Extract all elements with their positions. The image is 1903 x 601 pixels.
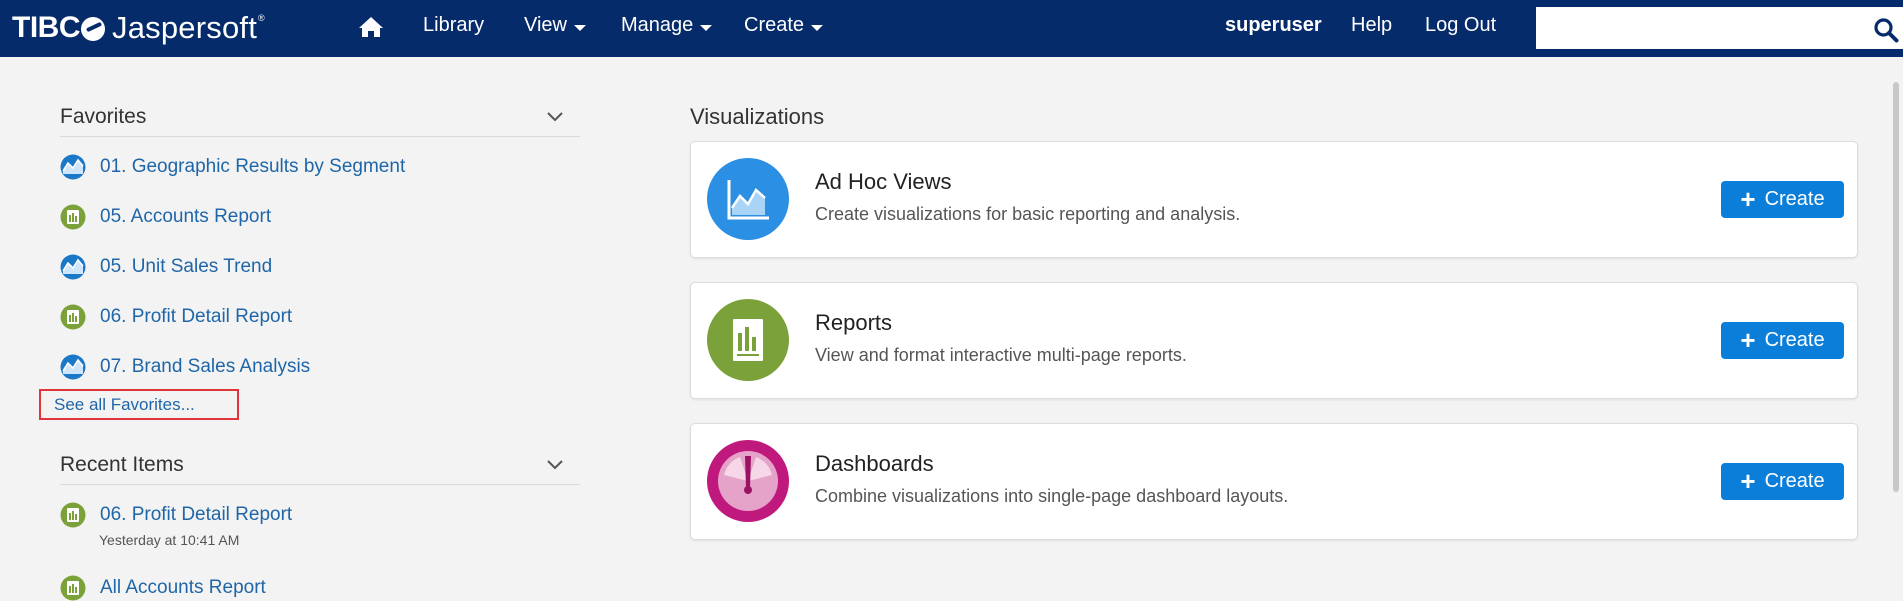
plus-icon: + bbox=[1740, 183, 1756, 214]
home-icon[interactable] bbox=[358, 15, 384, 39]
adhoc-view-icon bbox=[60, 254, 86, 280]
report-icon bbox=[60, 304, 86, 330]
nav-create-label: Create bbox=[744, 14, 805, 36]
recent-items-header: Recent Items bbox=[60, 445, 580, 485]
search-box bbox=[1536, 7, 1903, 49]
nav-manage-label: Manage bbox=[621, 14, 694, 36]
adhoc-view-icon bbox=[60, 354, 86, 380]
caret-down-icon bbox=[700, 24, 713, 31]
favorite-item[interactable]: 07. Brand Sales Analysis bbox=[60, 351, 310, 383]
recent-item-label: All Accounts Report bbox=[100, 577, 266, 598]
create-button-label: Create bbox=[1764, 470, 1825, 492]
logo-product-text: Jaspersoft bbox=[112, 10, 258, 45]
search-icon[interactable] bbox=[1873, 17, 1899, 43]
card-title: Dashboards bbox=[815, 451, 934, 476]
dashboard-gauge-icon bbox=[707, 440, 789, 522]
plus-icon: + bbox=[1740, 465, 1756, 496]
adhoc-chart-icon bbox=[707, 158, 789, 240]
card-description: View and format interactive multi-page r… bbox=[815, 345, 1187, 365]
chevron-down-icon[interactable] bbox=[545, 455, 565, 475]
favorite-item-label: 05. Accounts Report bbox=[100, 206, 272, 227]
dashboards-card: Dashboards Combine visualizations into s… bbox=[690, 423, 1858, 540]
card-title: Reports bbox=[815, 310, 893, 335]
logout-label: Log Out bbox=[1425, 14, 1497, 36]
recent-items-title: Recent Items bbox=[60, 453, 184, 476]
logout-link[interactable]: Log Out bbox=[1425, 14, 1496, 37]
nav-library-label: Library bbox=[423, 14, 485, 36]
favorite-item-label: 05. Unit Sales Trend bbox=[100, 256, 273, 277]
favorite-item-label: 01. Geographic Results by Segment bbox=[100, 156, 406, 177]
create-adhoc-view-button[interactable]: + Create bbox=[1721, 181, 1844, 218]
report-icon bbox=[60, 575, 86, 601]
card-description: Combine visualizations into single-page … bbox=[815, 486, 1289, 506]
recent-item-label: 06. Profit Detail Report bbox=[100, 504, 293, 525]
favorite-item[interactable]: 05. Accounts Report bbox=[60, 201, 271, 233]
caret-down-icon bbox=[574, 24, 586, 31]
visualizations-title: Visualizations bbox=[690, 104, 825, 129]
favorite-item[interactable]: 06. Profit Detail Report bbox=[60, 301, 292, 333]
nav-manage-menu[interactable]: Manage bbox=[621, 14, 713, 37]
create-dashboard-button[interactable]: + Create bbox=[1721, 463, 1844, 500]
help-label: Help bbox=[1351, 14, 1393, 36]
report-bars-icon bbox=[707, 299, 789, 381]
card-description: Create visualizations for basic reportin… bbox=[815, 204, 1241, 224]
recent-item[interactable]: 06. Profit Detail Report bbox=[60, 499, 292, 531]
adhoc-view-icon bbox=[60, 154, 86, 180]
help-link[interactable]: Help bbox=[1351, 14, 1392, 37]
vertical-scrollbar[interactable] bbox=[1893, 82, 1899, 492]
create-button-label: Create bbox=[1764, 188, 1825, 210]
chevron-down-icon[interactable] bbox=[545, 107, 565, 127]
report-icon bbox=[60, 204, 86, 230]
user-name-label: superuser bbox=[1225, 14, 1322, 36]
nav-create-menu[interactable]: Create bbox=[744, 14, 824, 37]
favorites-title: Favorites bbox=[60, 105, 147, 128]
create-report-button[interactable]: + Create bbox=[1721, 322, 1844, 359]
tibco-jaspersoft-logo[interactable]: TIBC Jaspersoft ® bbox=[12, 9, 265, 47]
favorite-item-label: 06. Profit Detail Report bbox=[100, 306, 293, 327]
reports-card: Reports View and format interactive mult… bbox=[690, 282, 1858, 399]
search-input[interactable] bbox=[1536, 7, 1856, 49]
recent-item[interactable]: All Accounts Report bbox=[60, 572, 266, 601]
favorite-item[interactable]: 01. Geographic Results by Segment bbox=[60, 151, 405, 183]
card-title: Ad Hoc Views bbox=[815, 169, 952, 194]
see-all-favorites-link[interactable]: See all Favorites... bbox=[39, 389, 239, 420]
favorite-item-label: 07. Brand Sales Analysis bbox=[100, 356, 311, 377]
top-navigation-bar: TIBC Jaspersoft ® Library View Manage Cr… bbox=[0, 0, 1903, 57]
nav-library[interactable]: Library bbox=[423, 14, 484, 37]
adhoc-views-card: Ad Hoc Views Create visualizations for b… bbox=[690, 141, 1858, 258]
recent-item-timestamp: Yesterday at 10:41 AM bbox=[99, 532, 240, 548]
favorites-header: Favorites bbox=[60, 97, 580, 137]
plus-icon: + bbox=[1740, 324, 1756, 355]
create-button-label: Create bbox=[1764, 329, 1825, 351]
report-icon bbox=[60, 502, 86, 528]
logo-registered-mark: ® bbox=[258, 13, 265, 23]
logo-brand-text: TIBC bbox=[12, 11, 81, 44]
caret-down-icon bbox=[811, 24, 824, 31]
nav-view-menu[interactable]: View bbox=[524, 14, 586, 37]
user-name[interactable]: superuser bbox=[1225, 14, 1322, 37]
favorite-item[interactable]: 05. Unit Sales Trend bbox=[60, 251, 272, 283]
nav-view-label: View bbox=[524, 14, 567, 36]
tibco-globe-icon bbox=[81, 17, 105, 41]
